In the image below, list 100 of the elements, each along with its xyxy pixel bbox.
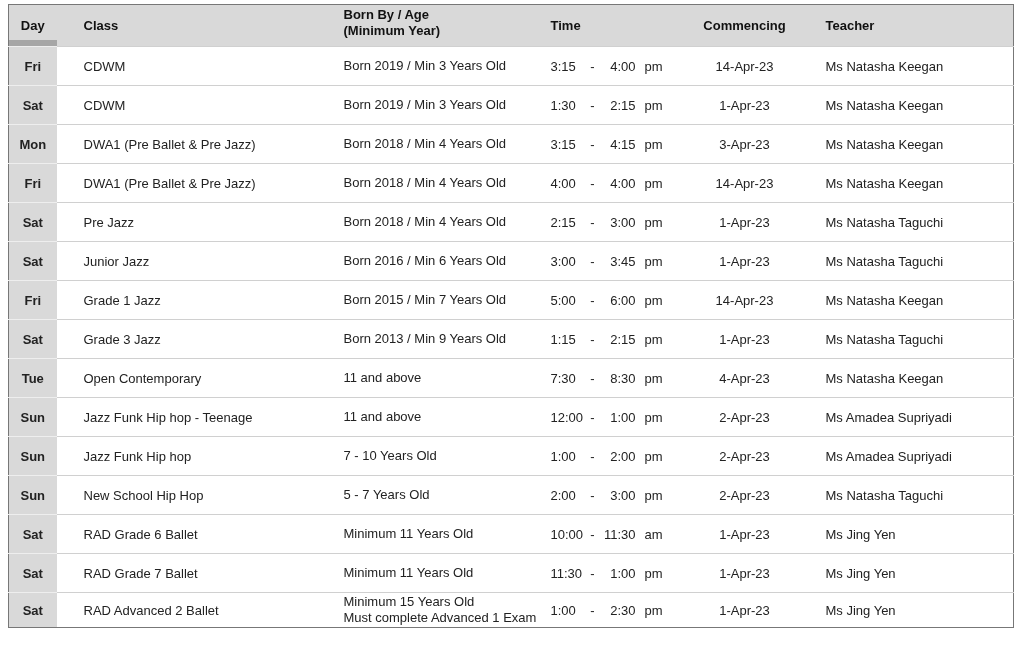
- age-requirement: 11 and above: [343, 409, 422, 425]
- day-cell: Fri: [8, 46, 57, 86]
- time-separator: -: [589, 331, 596, 347]
- start-time: 10:00: [550, 526, 585, 542]
- time-separator: -: [589, 602, 596, 618]
- age-requirement: Born 2013 / Min 9 Years Old: [343, 331, 507, 347]
- time-separator: -: [589, 214, 596, 230]
- end-time: 1:00: [610, 409, 636, 425]
- age-requirement: 11 and above: [343, 370, 422, 386]
- class-cell: Jazz Funk Hip hop - Teenage: [56, 397, 317, 437]
- teacher-cell: Ms Natasha Keegan: [798, 85, 1014, 125]
- time-separator: -: [589, 487, 596, 503]
- commencing-date-cell: 2-Apr-23: [690, 475, 799, 515]
- column-header: Class: [83, 17, 119, 34]
- column-header: Teacher: [825, 17, 875, 34]
- class-cell: CDWM: [56, 85, 317, 125]
- time-separator: -: [589, 409, 596, 425]
- commencing-date-cell: 1-Apr-23: [690, 319, 799, 359]
- end-time: 2:30: [610, 602, 636, 618]
- time-separator: -: [589, 58, 596, 74]
- teacher-cell: Ms Natasha Keegan: [798, 358, 1014, 398]
- commencing-date-cell: 14-Apr-23: [690, 280, 799, 320]
- end-time: 8:30: [610, 370, 636, 386]
- teacher-cell: Ms Amadea Supriyadi: [798, 436, 1014, 476]
- end-time: 4:00: [610, 58, 636, 74]
- end-time: 2:15: [610, 97, 636, 113]
- class-cell: Open Contemporary: [56, 358, 317, 398]
- day-cell: Sat: [8, 241, 57, 281]
- commencing-date-cell: 3-Apr-23: [690, 124, 799, 164]
- column-accent-bar: [9, 40, 57, 46]
- teacher-cell: Ms Amadea Supriyadi: [798, 397, 1014, 437]
- age-requirement: Minimum 15 Years Old: [343, 594, 475, 610]
- day-cell: Sun: [8, 397, 57, 437]
- time-separator: -: [589, 292, 596, 308]
- time-separator: -: [589, 175, 596, 191]
- teacher-cell: Ms Jing Yen: [798, 592, 1014, 628]
- time-separator: -: [589, 253, 596, 269]
- teacher-cell: Ms Natasha Keegan: [798, 46, 1014, 86]
- day-cell: Sat: [8, 202, 57, 242]
- day-cell: Sat: [8, 514, 57, 554]
- time-separator: -: [589, 136, 596, 152]
- commencing-date-cell: 1-Apr-23: [690, 202, 799, 242]
- column-header: (Minimum Year): [343, 23, 441, 39]
- age-requirement: Born 2018 / Min 4 Years Old: [343, 175, 507, 191]
- end-time: 6:00: [610, 292, 636, 308]
- time-period: pm: [644, 602, 663, 618]
- class-cell: New School Hip Hop: [56, 475, 317, 515]
- start-time: 2:15: [550, 214, 577, 230]
- time-separator: -: [589, 97, 596, 113]
- start-time: 3:15: [550, 58, 577, 74]
- end-time: 4:00: [610, 175, 636, 191]
- time-period: pm: [644, 370, 663, 386]
- day-cell: Mon: [8, 124, 57, 164]
- time-period: pm: [644, 409, 663, 425]
- class-cell: RAD Grade 6 Ballet: [56, 514, 317, 554]
- end-time: 1:00: [610, 565, 636, 581]
- class-cell: Grade 3 Jazz: [56, 319, 317, 359]
- teacher-cell: Ms Natasha Taguchi: [798, 241, 1014, 281]
- teacher-cell: Ms Natasha Taguchi: [798, 202, 1014, 242]
- start-time: 11:30: [550, 565, 584, 581]
- column-header: Day: [20, 17, 45, 34]
- age-requirement: 5 - 7 Years Old: [343, 487, 430, 503]
- teacher-cell: Ms Natasha Keegan: [798, 124, 1014, 164]
- commencing-date-cell: 1-Apr-23: [690, 85, 799, 125]
- end-time: 3:00: [610, 487, 636, 503]
- time-period: am: [644, 526, 663, 542]
- teacher-cell: Ms Jing Yen: [798, 553, 1014, 593]
- start-time: 1:30: [550, 97, 577, 113]
- time-period: pm: [644, 331, 663, 347]
- age-requirement: Minimum 11 Years Old: [343, 565, 474, 581]
- commencing-date-cell: 1-Apr-23: [690, 241, 799, 281]
- commencing-date-cell: 2-Apr-23: [690, 397, 799, 437]
- start-time: 1:00: [550, 602, 577, 618]
- start-time: 1:15: [550, 331, 577, 347]
- time-period: pm: [644, 292, 663, 308]
- end-time: 2:15: [610, 331, 636, 347]
- time-separator: -: [589, 526, 596, 542]
- age-requirement: Born 2019 / Min 3 Years Old: [343, 58, 507, 74]
- time-period: pm: [644, 565, 663, 581]
- start-time: 12:00: [550, 409, 585, 425]
- time-period: pm: [644, 175, 663, 191]
- age-requirement: Born 2018 / Min 4 Years Old: [343, 136, 507, 152]
- teacher-cell: Ms Jing Yen: [798, 514, 1014, 554]
- commencing-date-cell: 4-Apr-23: [690, 358, 799, 398]
- day-cell: Sun: [8, 436, 57, 476]
- time-separator: -: [589, 448, 596, 464]
- end-time: 4:15: [610, 136, 636, 152]
- end-time: 3:00: [610, 214, 636, 230]
- start-time: 3:15: [550, 136, 577, 152]
- commencing-date-cell: 1-Apr-23: [690, 514, 799, 554]
- commencing-date-cell: 1-Apr-23: [690, 592, 799, 628]
- class-cell: Grade 1 Jazz: [56, 280, 317, 320]
- teacher-cell: Ms Natasha Keegan: [798, 163, 1014, 203]
- day-cell: Sat: [8, 592, 57, 628]
- class-cell: RAD Grade 7 Ballet: [56, 553, 317, 593]
- teacher-cell: Ms Natasha Taguchi: [798, 319, 1014, 359]
- commencing-date-cell: 14-Apr-23: [690, 46, 799, 86]
- age-requirement: Born 2015 / Min 7 Years Old: [343, 292, 507, 308]
- age-requirement: Born 2016 / Min 6 Years Old: [343, 253, 507, 269]
- day-cell: Fri: [8, 163, 57, 203]
